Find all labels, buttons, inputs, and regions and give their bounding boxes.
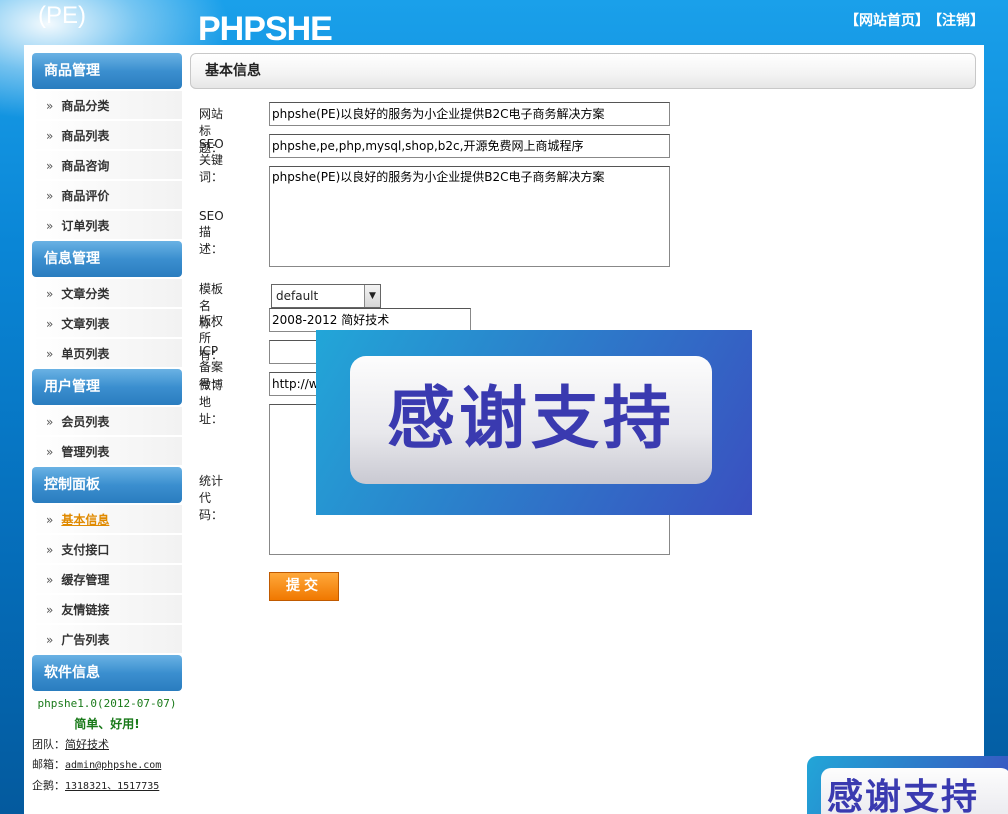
copyright-input[interactable]: 2008-2012 简好技术 bbox=[269, 308, 471, 332]
qq-row: 企鹅：1318321、1517735 bbox=[32, 779, 160, 792]
sidebar-item-product-list[interactable]: » 商品列表 bbox=[32, 121, 182, 151]
qq-link[interactable]: 1318321、1517735 bbox=[65, 781, 159, 792]
software-info: phpshe1.0(2012-07-07) 简单、好用! 团队：简好技术 邮箱：… bbox=[32, 695, 182, 797]
sidebar-group-products[interactable]: 商品管理 bbox=[32, 53, 182, 89]
chevron-right-icon: » bbox=[46, 633, 54, 647]
thanks-overlay[interactable]: 感谢支持 bbox=[316, 330, 752, 515]
logout-link[interactable]: 【注销】 bbox=[935, 13, 984, 29]
seo-keywords-label: SEO关键词： bbox=[199, 137, 224, 184]
sidebar-item-admin-list[interactable]: » 管理列表 bbox=[32, 437, 182, 467]
sidebar-group-users[interactable]: 用户管理 bbox=[32, 369, 182, 405]
weibo-label: 微博地址： bbox=[199, 378, 224, 426]
sidebar-group-software[interactable]: 软件信息 bbox=[32, 655, 182, 691]
thanks-overlay-small[interactable]: 感谢支持 bbox=[807, 756, 1008, 814]
sidebar-item-product-category[interactable]: » 商品分类 bbox=[32, 91, 182, 121]
team-link[interactable]: 简好技术 bbox=[65, 738, 109, 751]
logo-subtext: (PE) bbox=[38, 2, 86, 29]
stats-code-label: 统计代码： bbox=[199, 474, 224, 522]
template-select[interactable]: default ▼ bbox=[271, 284, 381, 308]
chevron-right-icon: » bbox=[46, 287, 54, 301]
chevron-right-icon: » bbox=[46, 603, 54, 617]
chevron-right-icon: » bbox=[46, 159, 54, 173]
chevron-right-icon: » bbox=[46, 573, 54, 587]
sidebar-item-cache[interactable]: » 缓存管理 bbox=[32, 565, 182, 595]
sidebar-item-product-review[interactable]: » 商品评价 bbox=[32, 181, 182, 211]
chevron-right-icon: » bbox=[46, 415, 54, 429]
sidebar-item-product-inquiry[interactable]: » 商品咨询 bbox=[32, 151, 182, 181]
chevron-right-icon: » bbox=[46, 219, 54, 233]
seo-desc-label: SEO描述： bbox=[199, 209, 224, 256]
thanks-text: 感谢支持 bbox=[350, 356, 712, 484]
chevron-right-icon: » bbox=[46, 129, 54, 143]
chevron-right-icon: » bbox=[46, 445, 54, 459]
sidebar-item-friend-links[interactable]: » 友情链接 bbox=[32, 595, 182, 625]
sidebar-item-article-category[interactable]: » 文章分类 bbox=[32, 279, 182, 309]
site-title-input[interactable]: phpshe(PE)以良好的服务为小企业提供B2C电子商务解决方案 bbox=[269, 102, 670, 126]
sidebar-item-article-list[interactable]: » 文章列表 bbox=[32, 309, 182, 339]
sidebar-item-basic-info[interactable]: » 基本信息 bbox=[32, 505, 182, 535]
chevron-down-icon[interactable]: ▼ bbox=[364, 285, 380, 307]
sidebar-item-payment[interactable]: » 支付接口 bbox=[32, 535, 182, 565]
top-links: 【网站首页】 【注销】 bbox=[839, 10, 984, 30]
sidebar-item-page-list[interactable]: » 单页列表 bbox=[32, 339, 182, 369]
thanks-text-small: 感谢支持 bbox=[821, 768, 1008, 814]
main-panel: 基本信息 网站标题： phpshe(PE)以良好的服务为小企业提供B2C电子商务… bbox=[190, 53, 976, 601]
software-version: phpshe1.0(2012-07-07) bbox=[37, 697, 177, 710]
sidebar: 商品管理 » 商品分类 » 商品列表 » 商品咨询 » 商品评价 » 订单列表 信息管理 … bbox=[32, 53, 182, 797]
sidebar-group-info[interactable]: 信息管理 bbox=[32, 241, 182, 277]
software-slogan: 简单、好用! bbox=[74, 717, 140, 731]
logo[interactable]: PHPSHE (PE) bbox=[32, 2, 333, 48]
submit-button[interactable]: 提交 bbox=[269, 572, 339, 601]
chevron-right-icon: » bbox=[46, 513, 54, 527]
seo-desc-textarea[interactable]: phpshe(PE)以良好的服务为小企业提供B2C电子商务解决方案 bbox=[269, 166, 670, 267]
chevron-right-icon: » bbox=[46, 317, 54, 331]
chevron-right-icon: » bbox=[46, 99, 54, 113]
team-row: 团队：简好技术 bbox=[32, 738, 109, 751]
sidebar-item-member-list[interactable]: » 会员列表 bbox=[32, 407, 182, 437]
page-title: 基本信息 bbox=[190, 53, 976, 89]
sidebar-item-order-list[interactable]: » 订单列表 bbox=[32, 211, 182, 241]
site-home-link[interactable]: 【网站首页】 bbox=[845, 13, 929, 29]
sidebar-item-ad-list[interactable]: » 广告列表 bbox=[32, 625, 182, 655]
chevron-right-icon: » bbox=[46, 543, 54, 557]
sidebar-group-control-panel[interactable]: 控制面板 bbox=[32, 467, 182, 503]
chevron-right-icon: » bbox=[46, 347, 54, 361]
email-row: 邮箱：admin@phpshe.com bbox=[32, 758, 162, 771]
seo-keywords-input[interactable]: phpshe,pe,php,mysql,shop,b2c,开源免费网上商城程序 bbox=[269, 134, 670, 158]
email-link[interactable]: admin@phpshe.com bbox=[65, 760, 161, 771]
chevron-right-icon: » bbox=[46, 189, 54, 203]
